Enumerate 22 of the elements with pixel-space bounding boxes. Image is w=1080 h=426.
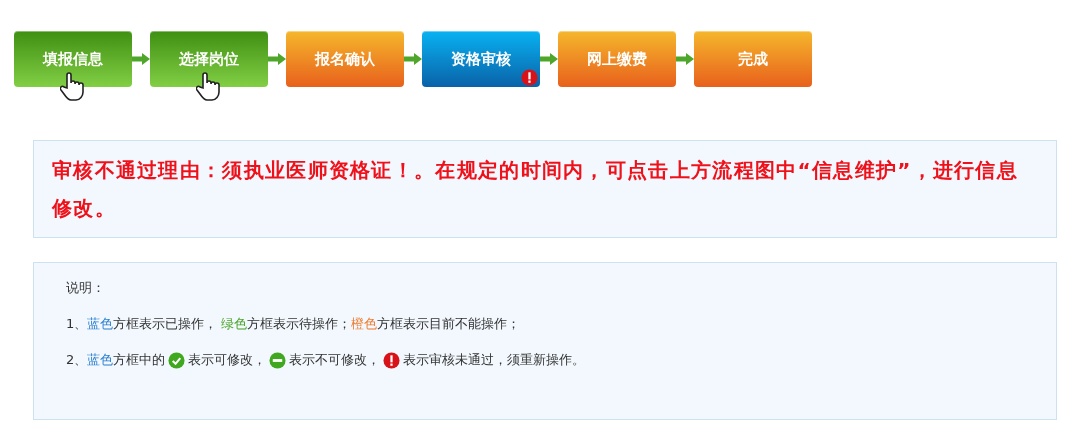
arrow-icon [403, 52, 423, 66]
error-icon [383, 351, 401, 369]
legend-text: 1、蓝色方框表示已操作， 绿色方框表示待操作；橙色方框表示目前不能操作； [66, 315, 521, 333]
arrow-icon [675, 52, 695, 66]
legend-title: 说明： [66, 279, 106, 297]
hand-cursor-icon [60, 71, 86, 101]
legend-text: 表示审核未通过，须重新操作。 [403, 351, 586, 369]
check-icon [168, 351, 186, 369]
legend-text: 表示可修改， [188, 351, 267, 369]
minus-icon [269, 351, 287, 369]
arrow-icon [131, 52, 151, 66]
rejection-message: 审核不通过理由：须执业医师资格证！。在规定的时间内，可点击上方流程图中“信息维护”，进行信息修改。 [33, 140, 1057, 238]
step-box[interactable]: 网上缴费 [558, 31, 676, 87]
step-box[interactable]: 资格审核 [422, 31, 540, 87]
legend-text: 2、蓝色方框中的 [66, 351, 166, 369]
legend-text: 表示不可修改， [289, 351, 381, 369]
step-box[interactable]: 报名确认 [286, 31, 404, 87]
step-box[interactable]: 完成 [694, 31, 812, 87]
error-badge-icon [521, 69, 538, 86]
arrow-icon [267, 52, 287, 66]
arrow-icon [539, 52, 559, 66]
hand-cursor-icon [196, 71, 222, 101]
